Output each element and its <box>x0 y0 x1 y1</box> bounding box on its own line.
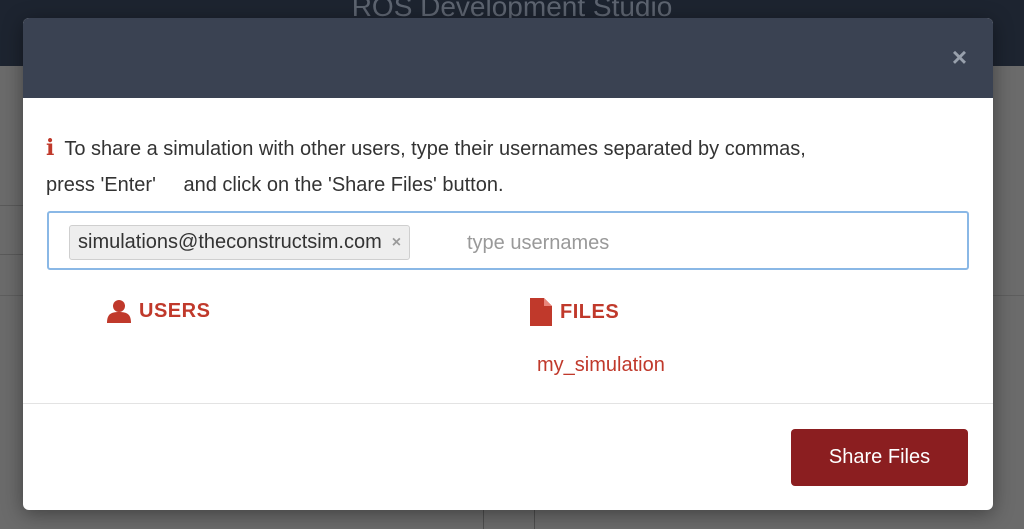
background-divider <box>0 205 25 255</box>
close-icon[interactable]: × <box>952 44 967 70</box>
files-section-header: FILES <box>530 298 619 326</box>
info-icon: i <box>46 135 55 161</box>
remove-tag-icon[interactable]: × <box>392 234 401 252</box>
info-text-line2a: press 'Enter' <box>46 174 156 196</box>
username-tag: simulations@theconstructsim.com × <box>69 225 411 260</box>
file-item-my-simulation[interactable]: my_simulation <box>537 354 665 377</box>
info-text-line2b: and click on the 'Share Files' button. <box>183 174 504 196</box>
usernames-input[interactable] <box>467 227 957 259</box>
users-section-header: USERS <box>107 299 210 323</box>
modal-footer: Share Files <box>23 403 993 510</box>
share-files-button[interactable]: Share Files <box>791 429 968 486</box>
info-text-line1: To share a simulation with other users, … <box>64 138 806 160</box>
info-message: i To share a simulation with other users,… <box>46 130 966 203</box>
username-tag-label: simulations@theconstructsim.com <box>78 231 382 253</box>
usernames-tag-input[interactable]: simulations@theconstructsim.com × <box>47 211 969 270</box>
modal-body: i To share a simulation with other users,… <box>23 98 993 403</box>
users-label: USERS <box>139 299 211 322</box>
file-icon <box>530 298 552 326</box>
user-icon <box>107 299 131 323</box>
share-simulation-modal: × i To share a simulation with other user… <box>23 18 993 510</box>
modal-header: × <box>23 18 993 98</box>
files-label: FILES <box>560 300 620 323</box>
